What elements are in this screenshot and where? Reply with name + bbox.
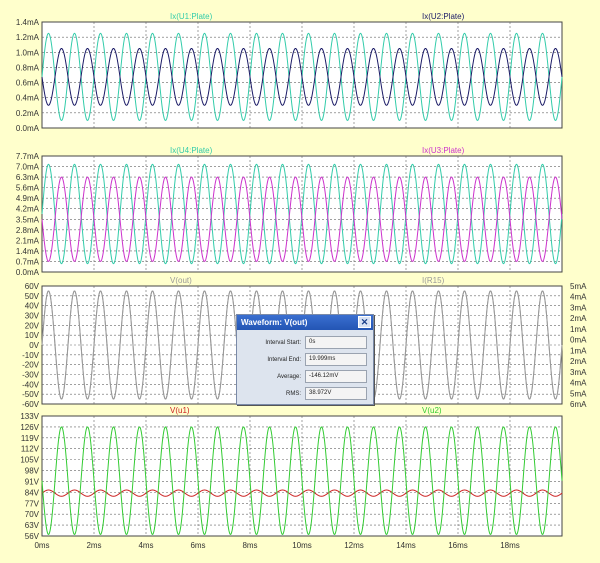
x-tick-label: 12ms <box>344 541 364 550</box>
y-tick-label: -50V <box>22 390 40 399</box>
x-tick-label: 10ms <box>292 541 312 550</box>
y-tick-label: 7.0mA <box>16 163 40 172</box>
y-right-tick-label: 2mA <box>570 357 587 366</box>
average-value: -146.12mV <box>305 370 367 383</box>
dialog-title-bar[interactable]: Waveform: V(out) ✕ <box>237 315 373 330</box>
y-tick-label: 5.6mA <box>16 184 40 193</box>
average-label: Average: <box>277 373 301 380</box>
y-tick-label: 1.2mA <box>16 33 40 42</box>
x-tick-label: 0ms <box>34 541 49 550</box>
y-tick-label: 1.4mA <box>16 247 40 256</box>
y-tick-label: 0.4mA <box>16 94 40 103</box>
y-tick-label: 1.4mA <box>16 18 40 27</box>
close-icon[interactable]: ✕ <box>358 316 371 328</box>
x-tick-label: 2ms <box>86 541 101 550</box>
interval-start-row: Interval Start: 0s <box>243 335 367 350</box>
y-tick-label: 30V <box>25 312 40 321</box>
y-right-tick-label: 6mA <box>570 400 587 409</box>
interval-end-label: Interval End: <box>267 356 301 363</box>
y-right-tick-label: 5mA <box>570 282 587 291</box>
y-tick-label: 0.0mA <box>16 268 40 277</box>
interval-start-value: 0s <box>305 336 367 349</box>
y-tick-label: -40V <box>22 380 40 389</box>
series-label-ix-u4-plate-: Ix(U4:Plate) <box>170 146 213 155</box>
series-label-ix-u2-plate-: Ix(U2:Plate) <box>422 12 465 21</box>
rms-label: RMS: <box>286 390 301 397</box>
series-label-v-u1-: V(u1) <box>170 406 190 415</box>
y-right-tick-label: 0mA <box>570 336 587 345</box>
y-right-tick-label: 1mA <box>570 346 587 355</box>
x-tick-label: 8ms <box>242 541 257 550</box>
y-tick-label: 0.8mA <box>16 63 40 72</box>
y-tick-label: 0V <box>29 341 39 350</box>
interval-start-label: Interval Start: <box>265 339 301 346</box>
y-tick-label: 112V <box>21 445 40 454</box>
waveform-plot: 1.4mA 1.2mA 1.0mA 0.8mA 0.6mA 0.4mA 0.2mA 0.0mA… <box>16 12 587 550</box>
y-tick-label: 119V <box>21 434 40 443</box>
y-tick-label: 98V <box>25 467 40 476</box>
x-tick-label: 16ms <box>448 541 468 550</box>
y-tick-label: 2.1mA <box>16 236 40 245</box>
y-tick-label: -10V <box>22 351 40 360</box>
y-right-tick-label: 3mA <box>570 368 587 377</box>
y-tick-label: 91V <box>25 477 40 486</box>
y-tick-label: 4.9mA <box>16 194 40 203</box>
y-tick-label: 84V <box>25 488 40 497</box>
y-tick-label: 0.2mA <box>16 109 40 118</box>
y-tick-label: 6.3mA <box>16 173 40 182</box>
y-tick-label: 0.0mA <box>16 124 40 133</box>
y-tick-label: 2.8mA <box>16 226 40 235</box>
x-tick-label: 6ms <box>190 541 205 550</box>
x-tick-label: 4ms <box>138 541 153 550</box>
y-tick-label: 1.0mA <box>16 48 40 57</box>
interval-end-row: Interval End: 19.999ms <box>243 352 367 367</box>
y-right-tick-label: 5mA <box>570 389 587 398</box>
y-tick-label: 105V <box>20 456 39 465</box>
y-tick-label: 50V <box>25 292 40 301</box>
y-tick-label: 20V <box>25 321 40 330</box>
x-tick-label: 14ms <box>396 541 416 550</box>
interval-end-value: 19.999ms <box>305 353 367 366</box>
y-tick-label: -60V <box>22 400 40 409</box>
y-right-tick-label: 2mA <box>570 314 587 323</box>
series-label-ix-u3-plate-: Ix(U3:Plate) <box>422 146 465 155</box>
y-tick-label: 3.5mA <box>16 215 40 224</box>
waveform-dialog[interactable]: Waveform: V(out) ✕ Interval Start: 0s In… <box>236 314 374 405</box>
dialog-title: Waveform: V(out) <box>241 318 308 327</box>
y-tick-label: 133V <box>20 412 39 421</box>
series-label-i-r15-: I(R15) <box>422 276 445 285</box>
series-label-v-u2-: V(u2) <box>422 406 442 415</box>
x-tick-label: 18ms <box>500 541 520 550</box>
series-label-ix-u1-plate-: Ix(U1:Plate) <box>170 12 213 21</box>
series-label-v-out-: V(out) <box>170 276 192 285</box>
y-tick-label: -30V <box>22 371 40 380</box>
y-tick-label: 40V <box>25 302 40 311</box>
y-tick-label: 0.7mA <box>16 257 40 266</box>
y-tick-label: 77V <box>25 499 40 508</box>
y-tick-label: 10V <box>25 331 40 340</box>
y-tick-label: 63V <box>25 521 40 530</box>
y-tick-label: 60V <box>25 282 40 291</box>
average-row: Average: -146.12mV <box>243 369 367 384</box>
y-right-tick-label: 4mA <box>570 293 587 302</box>
y-tick-label: 7.7mA <box>16 152 40 161</box>
y-right-tick-label: 3mA <box>570 303 587 312</box>
y-tick-label: 56V <box>25 532 40 541</box>
y-tick-label: 0.6mA <box>16 79 40 88</box>
y-tick-label: -20V <box>22 361 40 370</box>
rms-row: RMS: 38.972V <box>243 386 367 401</box>
y-right-tick-label: 4mA <box>570 379 587 388</box>
y-tick-label: 70V <box>25 510 40 519</box>
y-right-tick-label: 1mA <box>570 325 587 334</box>
y-tick-label: 4.2mA <box>16 205 40 214</box>
y-tick-label: 126V <box>20 423 39 432</box>
rms-value: 38.972V <box>305 387 367 400</box>
